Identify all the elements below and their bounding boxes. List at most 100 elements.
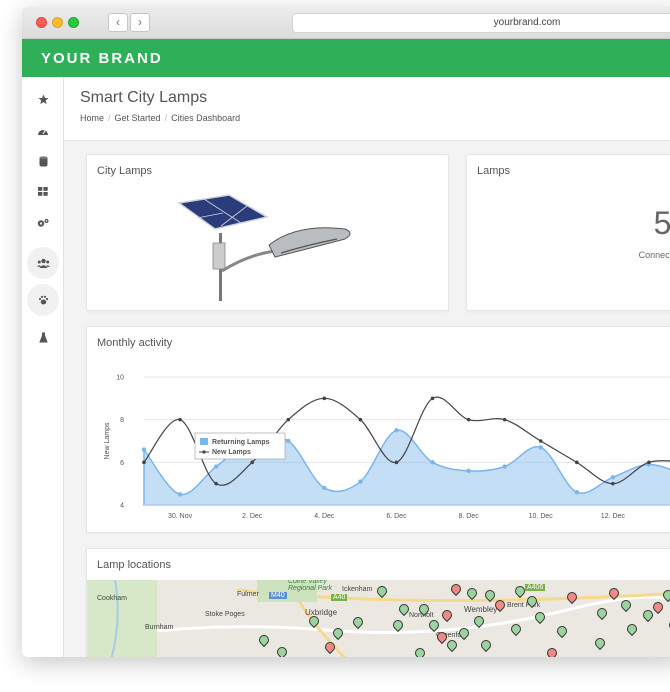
returning-lamps-point — [358, 479, 363, 484]
city-lamps-title: City Lamps — [97, 165, 153, 177]
new-lamps-point — [142, 460, 146, 465]
new-lamps-point — [647, 460, 651, 465]
returning-lamps-point — [538, 445, 543, 450]
legend-label-new: New Lamps — [212, 449, 251, 456]
connected-lamps-label: Connected Tod — [638, 250, 670, 260]
maximize-window-button[interactable] — [68, 17, 79, 28]
x-tick-label: 12. Dec — [601, 513, 626, 520]
forward-button[interactable]: › — [130, 13, 150, 32]
sidebar-item-database[interactable] — [27, 145, 59, 177]
new-lamps-point — [394, 460, 399, 465]
lamps-title: Lamps — [477, 165, 511, 177]
new-lamps-point — [178, 417, 182, 422]
x-tick-label: 30. Nov — [168, 513, 193, 520]
map-label: Fulmer — [237, 591, 259, 598]
map-label: Cookham — [97, 595, 127, 602]
close-window-button[interactable] — [36, 17, 47, 28]
chevron-right-icon: › — [138, 15, 142, 29]
lamps-card: Lamps 572 Connected Tod — [466, 154, 670, 311]
new-lamps-point — [286, 417, 291, 422]
page-title: Smart City Lamps — [80, 89, 208, 106]
returning-lamps-point — [502, 464, 507, 469]
page-header: Smart City Lamps Home / Get Started / Cities… — [64, 77, 670, 141]
monthly-activity-chart: 4 6 8 10 New Lamps 30. Nov 2. Dec 4. Dec 6. Dec 8… — [104, 375, 670, 520]
new-lamps-point — [430, 396, 435, 401]
back-button[interactable]: ‹ — [108, 13, 128, 32]
gears-icon — [37, 219, 49, 227]
dashboard-icon — [38, 129, 48, 135]
browser-window: ‹ › yourbrand.com YOUR BRAND Smart City … — [22, 7, 670, 657]
paw-icon — [38, 295, 48, 305]
breadcrumb-separator: / — [108, 113, 111, 123]
chevron-left-icon: ‹ — [116, 15, 120, 29]
new-lamps-point — [466, 417, 471, 422]
returning-lamps-point — [610, 475, 616, 480]
brand-logo[interactable]: YOUR BRAND — [41, 50, 163, 67]
returning-lamps-point — [322, 485, 327, 491]
map-label: Uxbridge — [305, 608, 338, 617]
new-lamps-point — [250, 460, 254, 465]
lamp-locations-title: Lamp locations — [97, 559, 171, 571]
y-axis-label: New Lamps — [104, 422, 111, 459]
new-lamps-point — [502, 417, 507, 422]
x-tick-label: 10. Dec — [529, 513, 554, 520]
legend-label-returning: Returning Lamps — [212, 439, 270, 446]
returning-lamps-point — [394, 428, 399, 433]
connected-lamps-count: 572 — [653, 205, 670, 241]
users-icon — [36, 258, 50, 268]
new-lamps-point — [214, 481, 218, 486]
returning-lamps-point — [574, 490, 579, 495]
breadcrumb: Home / Get Started / Cities Dashboard — [80, 113, 240, 123]
address-bar[interactable]: yourbrand.com — [292, 13, 670, 33]
y-tick-label: 8 — [120, 417, 124, 424]
sidebar-item-widgets[interactable] — [27, 175, 59, 207]
new-lamps-point — [538, 439, 543, 443]
lamp-locations-map[interactable]: Cookham Fulmer Stoke Poges Burnham Uxbri… — [87, 580, 670, 657]
road-sign: A40 — [331, 594, 348, 601]
solar-street-lamp-image — [177, 194, 351, 301]
sidebar-item-settings[interactable] — [27, 207, 59, 239]
brand-bar: YOUR BRAND — [22, 39, 670, 77]
new-lamps-point — [611, 481, 615, 486]
x-tick-label: 8. Dec — [458, 513, 479, 520]
x-tick-label: 6. Dec — [386, 513, 407, 520]
legend-swatch-new-dot — [202, 450, 206, 454]
star-icon — [37, 94, 49, 104]
map-label: Colne Valley Regional Park — [288, 580, 332, 592]
map-label: Wembley — [464, 605, 498, 614]
breadcrumb-separator: / — [164, 113, 168, 123]
y-tick-label: 4 — [120, 503, 124, 510]
map-label: Burnham — [145, 624, 174, 631]
returning-lamps-point — [141, 447, 147, 452]
flask-icon — [38, 332, 48, 342]
road-sign: M40 — [269, 592, 287, 599]
breadcrumb-get-started[interactable]: Get Started — [115, 113, 161, 123]
new-lamps-point — [358, 417, 363, 422]
city-lamps-card: City Lamps — [86, 154, 449, 311]
new-lamps-point — [575, 460, 579, 465]
returning-lamps-point — [466, 468, 471, 474]
y-tick-label: 6 — [120, 460, 124, 467]
sidebar-item-users[interactable] — [27, 247, 59, 279]
minimize-window-button[interactable] — [52, 17, 63, 28]
grid-icon — [38, 186, 48, 196]
sidebar-item-favorites[interactable] — [27, 83, 59, 115]
sidebar-item-pets[interactable] — [27, 284, 59, 316]
browser-titlebar: ‹ › yourbrand.com — [22, 7, 670, 39]
monthly-activity-card: Monthly activity 4 6 8 10 New Lamps 30. Nov 2.… — [86, 326, 670, 533]
sidebar-item-dashboard[interactable] — [27, 115, 59, 147]
x-tick-label: 4. Dec — [314, 513, 335, 520]
map-label: Stoke Poges — [205, 611, 245, 618]
lamp-locations-card: Lamp locations Cookham Fulmer Stoke Poge… — [86, 548, 670, 657]
y-tick-label: 10 — [116, 375, 124, 382]
database-icon — [39, 155, 47, 166]
sidebar — [22, 77, 64, 657]
map-label: Ickenham — [342, 586, 373, 593]
sidebar-item-lab[interactable] — [27, 321, 59, 353]
returning-lamps-point — [286, 438, 291, 444]
breadcrumb-home[interactable]: Home — [80, 113, 104, 123]
road-sign: A406 — [525, 584, 546, 591]
returning-lamps-point — [430, 460, 435, 465]
legend-swatch-returning — [200, 438, 208, 445]
returning-lamps-point — [177, 492, 183, 497]
